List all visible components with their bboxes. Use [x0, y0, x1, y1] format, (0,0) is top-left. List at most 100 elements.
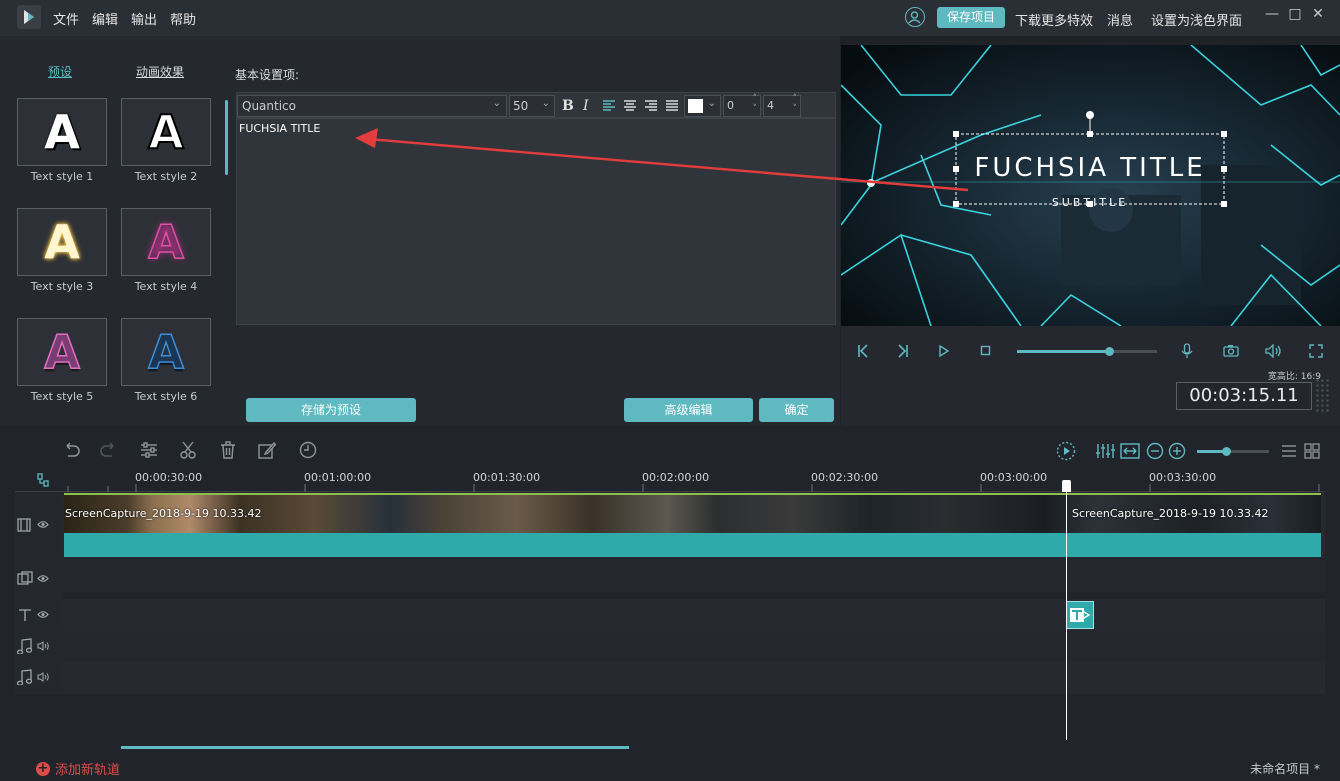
ruler-tick-label: 00:01:30:00 — [473, 471, 541, 484]
menu-file[interactable]: 文件 — [53, 9, 79, 28]
list-view-icon[interactable] — [1281, 444, 1297, 458]
annotation-arrow — [355, 128, 969, 192]
panel-resize-handle[interactable] — [1315, 378, 1329, 414]
music-note-icon — [17, 669, 33, 685]
zoom-slider[interactable] — [1197, 447, 1269, 456]
audio-track-2 — [15, 662, 1325, 694]
volume-slider-knob[interactable] — [1105, 347, 1115, 356]
text-style-3[interactable]: A — [17, 208, 107, 276]
account-icon[interactable] — [905, 7, 925, 27]
text-style-6[interactable]: A — [121, 318, 211, 386]
scissors-icon[interactable] — [180, 441, 196, 459]
app-logo-icon — [17, 5, 41, 29]
zoom-slider-knob[interactable] — [1221, 447, 1231, 456]
grid-view-icon[interactable] — [1304, 443, 1320, 459]
ruler-tick-label: 00:03:30:00 — [1149, 471, 1217, 484]
redo-icon[interactable] — [100, 442, 118, 458]
snap-icon[interactable] — [37, 473, 49, 487]
font-select-value: Quantico — [242, 99, 296, 113]
save-preset-button[interactable]: 存储为预设 — [246, 398, 416, 422]
prev-frame-icon[interactable] — [857, 344, 869, 358]
menu-edit[interactable]: 编辑 — [92, 9, 118, 28]
font-size-value: 50 — [513, 99, 529, 113]
volume-slider-fill — [1017, 350, 1110, 353]
audio-mixer-icon[interactable] — [1095, 442, 1115, 460]
speaker-icon[interactable] — [37, 641, 50, 651]
align-left-icon[interactable] — [603, 100, 615, 111]
font-size-select[interactable]: 50 ⌄ — [509, 95, 555, 117]
undo-icon[interactable] — [62, 442, 80, 458]
text-style-4-label: Text style 4 — [134, 280, 198, 293]
text-style-5[interactable]: A — [17, 318, 107, 386]
text-style-5-label: Text style 5 — [30, 390, 94, 403]
fullscreen-icon[interactable] — [1309, 344, 1323, 358]
menu-help[interactable]: 帮助 — [170, 9, 196, 28]
text-style-2-label: Text style 2 — [134, 170, 198, 183]
text-style-4[interactable]: A — [121, 208, 211, 276]
download-effects-link[interactable]: 下载更多特效 — [1015, 10, 1093, 29]
italic-button[interactable]: I — [583, 98, 589, 114]
timeline-panel: 00:00:30:00 00:01:00:00 00:01:30:00 00:0… — [0, 426, 1340, 781]
save-project-button[interactable]: 保存项目 — [937, 7, 1005, 28]
camera-icon[interactable] — [1223, 344, 1239, 357]
microphone-icon[interactable] — [1181, 343, 1193, 359]
font-select[interactable]: Quantico ⌄ — [237, 95, 507, 117]
fit-timeline-icon[interactable] — [1120, 442, 1140, 460]
light-theme-link[interactable]: 设置为浅色界面 — [1151, 10, 1242, 29]
minimize-icon[interactable]: — — [1262, 6, 1282, 22]
title-track — [15, 599, 1325, 631]
advanced-edit-button[interactable]: 高级编辑 — [624, 398, 753, 422]
title-clip[interactable] — [1066, 601, 1094, 629]
speaker-icon[interactable] — [1265, 344, 1283, 358]
clip-name-label: ScreenCapture_2018-9-19 10.33.42 — [65, 507, 262, 520]
spacing-a-spinner[interactable]: 0 ˄ ˅ — [723, 94, 761, 117]
text-style-3-glyph: A — [44, 215, 80, 269]
adjust-icon[interactable] — [140, 442, 158, 458]
preset-scrollbar[interactable] — [225, 100, 228, 175]
ruler-tick-label: 00:03:00:00 — [980, 471, 1048, 484]
close-icon[interactable]: ✕ — [1308, 6, 1328, 22]
clock-icon[interactable] — [299, 441, 317, 459]
timeline-scrollbar[interactable] — [121, 746, 629, 749]
zoom-out-icon[interactable] — [1146, 442, 1164, 460]
timecode-display: 00:03:15.11 — [1176, 382, 1312, 410]
ruler-tick-label: 00:01:00:00 — [304, 471, 372, 484]
bold-button[interactable]: B — [562, 98, 574, 114]
text-editor-panel: 基本设置项: Quantico ⌄ 50 ⌄ B I ⌄ 0 ˄ ˅ 4 ˄ ˅ F… — [232, 36, 840, 426]
maximize-icon[interactable]: □ — [1285, 6, 1305, 22]
tab-presets[interactable]: 预设 — [48, 63, 72, 80]
text-input-value: FUCHSIA TITLE — [239, 122, 321, 135]
speaker-icon[interactable] — [37, 672, 50, 682]
add-track-button[interactable]: + 添加新轨道 — [36, 759, 120, 778]
align-right-icon[interactable] — [645, 100, 657, 111]
edit-icon[interactable] — [258, 441, 276, 459]
music-note-icon — [17, 638, 33, 654]
menu-export[interactable]: 输出 — [131, 9, 157, 28]
video-clip[interactable]: ScreenCapture_2018-9-19 10.33.42 ScreenC… — [64, 493, 1321, 557]
align-justify-icon[interactable] — [666, 100, 678, 111]
delete-icon[interactable] — [220, 441, 236, 459]
eye-icon[interactable] — [37, 574, 49, 583]
playhead[interactable] — [1066, 480, 1067, 740]
next-frame-icon[interactable] — [897, 344, 909, 358]
volume-slider[interactable] — [1017, 347, 1157, 356]
text-style-2[interactable]: A — [121, 98, 211, 166]
text-style-4-glyph: A — [147, 214, 184, 270]
spacing-b-spinner[interactable]: 4 ˄ ˅ — [763, 94, 801, 117]
play-icon[interactable] — [938, 345, 950, 357]
text-style-1-label: Text style 1 — [30, 170, 94, 183]
text-style-1[interactable]: A — [17, 98, 107, 166]
tab-animation[interactable]: 动画效果 — [136, 63, 184, 80]
stop-icon[interactable] — [980, 345, 992, 357]
zoom-in-icon[interactable] — [1168, 442, 1186, 460]
render-preview-icon[interactable] — [1056, 441, 1076, 461]
eye-icon[interactable] — [37, 520, 49, 529]
messages-link[interactable]: 消息 — [1107, 10, 1133, 29]
color-picker[interactable]: ⌄ — [684, 95, 721, 117]
playhead-handle[interactable] — [1062, 480, 1071, 492]
ok-button[interactable]: 确定 — [759, 398, 834, 422]
text-track-icon — [19, 609, 31, 621]
align-center-icon[interactable] — [624, 100, 636, 111]
eye-icon[interactable] — [37, 610, 49, 619]
text-style-2-glyph: A — [147, 104, 185, 160]
